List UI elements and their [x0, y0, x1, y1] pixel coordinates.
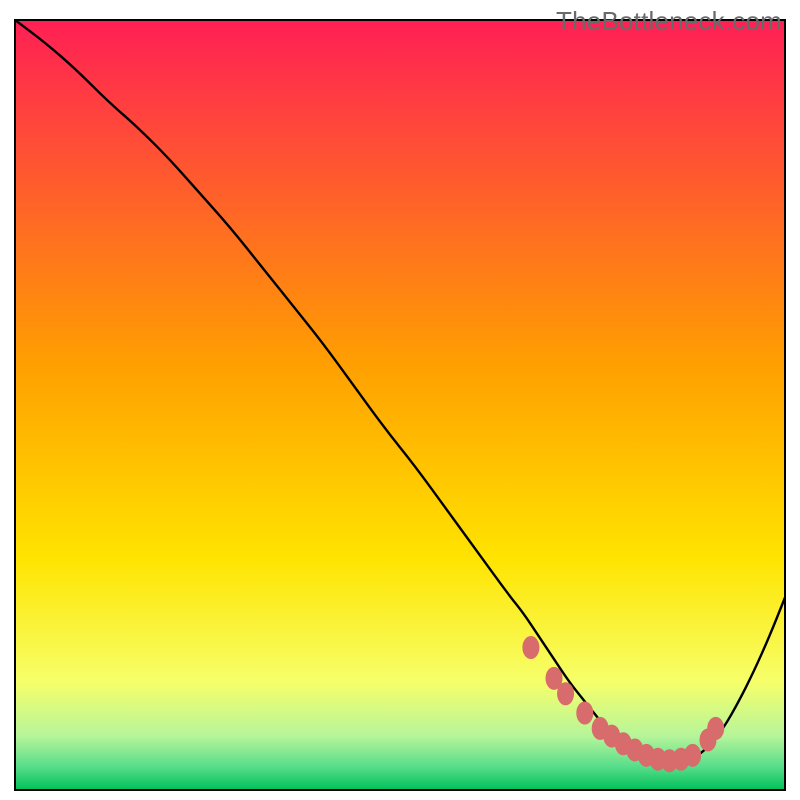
watermark-text: TheBottleneck.com [556, 6, 782, 37]
data-marker [523, 637, 539, 659]
data-marker [685, 744, 701, 766]
chart-container: TheBottleneck.com [0, 0, 800, 800]
gradient-background [15, 20, 785, 790]
data-marker [577, 702, 593, 724]
data-marker [708, 717, 724, 739]
data-marker [558, 683, 574, 705]
bottleneck-chart [0, 0, 800, 800]
